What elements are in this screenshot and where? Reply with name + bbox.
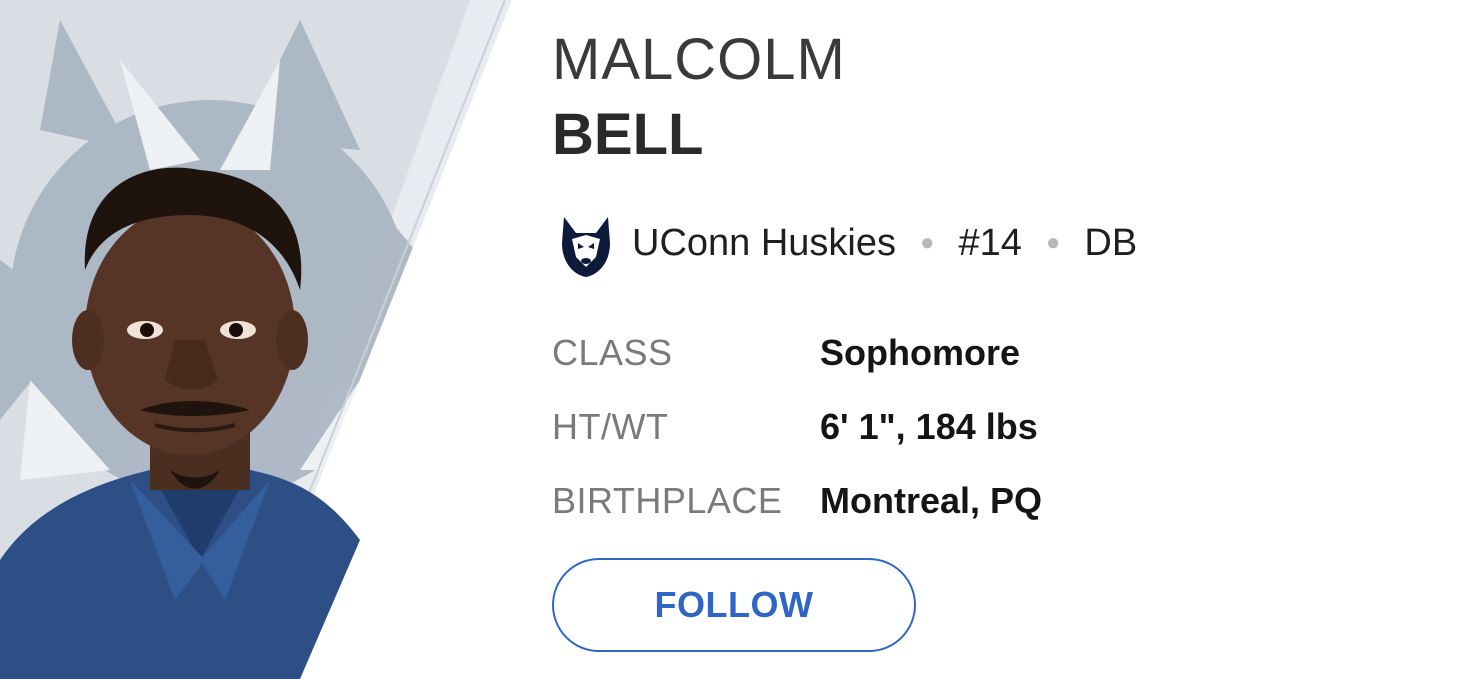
player-last-name: BELL <box>552 102 704 167</box>
detail-row-class: CLASS Sophomore <box>552 316 1042 390</box>
separator-dot: ● <box>1045 229 1061 256</box>
team-row: UConn Huskies ● #14 ● DB <box>556 205 1137 281</box>
detail-label: BIRTHPLACE <box>552 480 783 521</box>
player-info-panel: MALCOLM BELL UConn Huskies ● #14 ● DB CL… <box>552 0 1432 679</box>
player-headshot-panel <box>0 0 560 679</box>
detail-row-birthplace: BIRTHPLACE Montreal, PQ <box>552 464 1042 538</box>
player-first-name: MALCOLM <box>552 27 846 92</box>
detail-value: Montreal, PQ <box>820 480 1043 521</box>
detail-label: HT/WT <box>552 406 669 447</box>
player-details: CLASS Sophomore HT/WT 6' 1", 184 lbs BIR… <box>552 316 1042 538</box>
detail-row-height-weight: HT/WT 6' 1", 184 lbs <box>552 390 1042 464</box>
player-headshot-image <box>0 0 560 679</box>
detail-value: 6' 1", 184 lbs <box>820 406 1038 447</box>
follow-button-label: FOLLOW <box>654 584 814 625</box>
detail-value: Sophomore <box>820 332 1021 373</box>
jersey-number: #14 <box>958 221 1022 264</box>
player-position: DB <box>1084 221 1138 264</box>
follow-button[interactable]: FOLLOW <box>552 558 916 652</box>
detail-label: CLASS <box>552 332 673 373</box>
husky-logo-icon[interactable] <box>556 207 616 279</box>
separator-dot: ● <box>920 229 935 256</box>
team-name-link[interactable]: UConn Huskies <box>632 222 896 265</box>
